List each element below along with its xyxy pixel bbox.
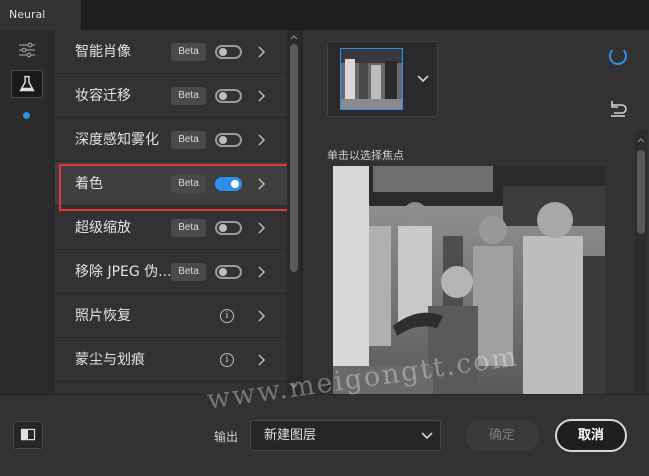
toggle-knob xyxy=(219,48,227,56)
flask-icon xyxy=(19,75,35,92)
scroll-up-icon[interactable] xyxy=(637,136,645,144)
beta-badge: Beta xyxy=(171,263,206,281)
reference-thumbnail xyxy=(340,48,403,110)
footer-bar: 输出 新建图层 确定 取消 xyxy=(0,394,649,476)
scrollbar-thumb[interactable] xyxy=(290,44,298,272)
filter-row-makeup-transfer[interactable]: 妆容迁移 Beta xyxy=(55,74,287,118)
toggle-knob xyxy=(219,92,227,100)
filter-label: 智能肖像 xyxy=(75,44,131,60)
tab-neural-filters[interactable]: Neural Filters xyxy=(0,0,82,51)
filter-row-smart-portrait[interactable]: 智能肖像 Beta xyxy=(55,30,287,74)
output-select[interactable]: 新建图层 xyxy=(250,420,441,451)
filter-toggle[interactable] xyxy=(215,133,242,147)
beta-badge: Beta xyxy=(171,43,206,61)
beta-badge: Beta xyxy=(171,219,206,237)
filter-row-photo-restoration[interactable]: 照片恢复 i xyxy=(55,294,287,338)
filter-label: 超级缩放 xyxy=(75,220,131,236)
filter-row-jpeg-artifacts-removal[interactable]: 移除 JPEG 伪... Beta xyxy=(55,250,287,294)
sliders-icon[interactable] xyxy=(18,42,36,58)
filter-row-super-zoom[interactable]: 超级缩放 Beta xyxy=(55,206,287,250)
beta-badge: Beta xyxy=(171,87,206,105)
title-bar: Neural Filters xyxy=(0,0,649,51)
selection-highlight-box xyxy=(59,164,294,211)
output-value: 新建图层 xyxy=(264,428,317,443)
chevron-right-icon[interactable] xyxy=(255,222,267,234)
chevron-right-icon[interactable] xyxy=(255,266,267,278)
beta-badge: Beta xyxy=(171,131,206,149)
filter-toggle[interactable] xyxy=(215,221,242,235)
filter-row-dust-and-scratches[interactable]: 蒙尘与划痕 i xyxy=(55,338,287,382)
info-icon[interactable]: i xyxy=(220,309,234,323)
chevron-down-icon[interactable] xyxy=(417,74,429,84)
chevron-right-icon[interactable] xyxy=(255,90,267,102)
filter-row-depth-blur[interactable]: 深度感知雾化 Beta xyxy=(55,118,287,162)
preview-panel: 单击以选择焦点 xyxy=(303,30,649,394)
toggle-knob xyxy=(219,224,227,232)
cancel-button[interactable]: 取消 xyxy=(555,419,627,452)
chevron-right-icon[interactable] xyxy=(255,134,267,146)
filters-scrollbar[interactable] xyxy=(287,30,301,394)
chevron-down-icon xyxy=(421,432,433,440)
preview-scrollbar[interactable] xyxy=(635,130,647,394)
reference-image-selector[interactable] xyxy=(327,41,438,117)
chevron-right-icon[interactable] xyxy=(255,46,267,58)
active-indicator-dot xyxy=(23,112,30,119)
output-label: 输出 xyxy=(214,430,239,444)
focus-instruction: 单击以选择焦点 xyxy=(327,149,404,162)
filters-list: 智能肖像 Beta 妆容迁移 Beta 深度感知雾化 Beta 着色 Beta … xyxy=(55,30,287,394)
scrollbar-thumb[interactable] xyxy=(637,150,645,234)
filter-toggle[interactable] xyxy=(215,89,242,103)
filter-toggle[interactable] xyxy=(215,265,242,279)
scroll-up-icon[interactable] xyxy=(290,33,298,41)
toggle-knob xyxy=(219,268,227,276)
filter-label: 移除 JPEG 伪... xyxy=(75,264,172,280)
reset-icon[interactable] xyxy=(608,100,628,118)
beta-filters-button[interactable] xyxy=(11,70,43,98)
chevron-right-icon[interactable] xyxy=(255,354,267,366)
filter-toggle[interactable] xyxy=(215,45,242,59)
filter-label: 深度感知雾化 xyxy=(75,132,159,148)
filter-label: 妆容迁移 xyxy=(75,88,131,104)
left-toolbar xyxy=(0,30,54,394)
ok-button[interactable]: 确定 xyxy=(465,420,539,451)
thumbnail-image xyxy=(341,49,402,109)
filter-label: 蒙尘与划痕 xyxy=(75,352,145,368)
toggle-knob xyxy=(219,136,227,144)
filter-label: 照片恢复 xyxy=(75,308,131,324)
loading-spinner-icon xyxy=(609,47,627,65)
compare-button[interactable] xyxy=(13,421,43,449)
chevron-right-icon[interactable] xyxy=(255,310,267,322)
info-icon[interactable]: i xyxy=(220,353,234,367)
before-after-icon xyxy=(20,428,36,441)
